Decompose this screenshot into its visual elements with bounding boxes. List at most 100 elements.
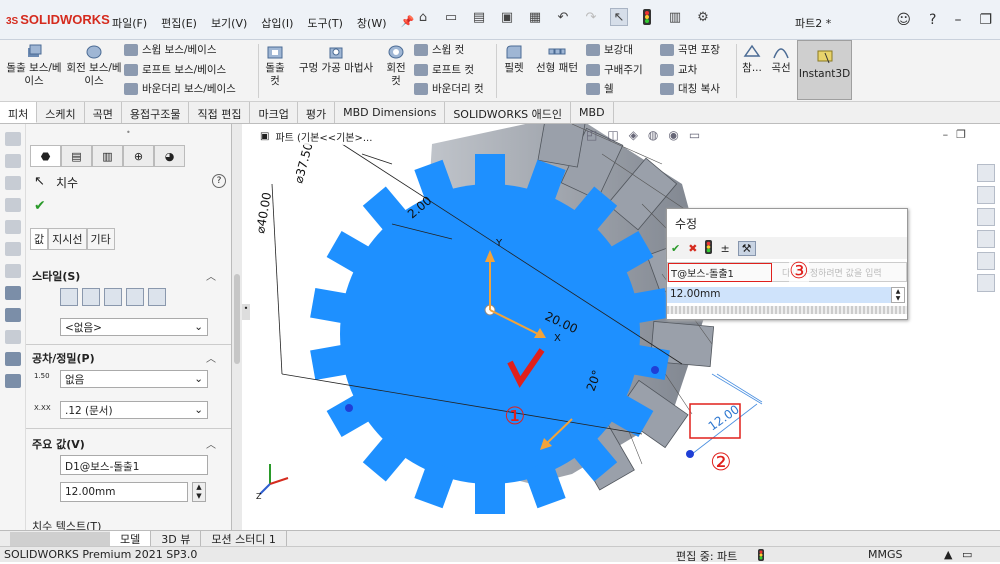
menu-edit[interactable]: 편집(E) — [161, 15, 197, 31]
subtab-other[interactable]: 기타 — [86, 228, 115, 250]
appearance-icon[interactable]: ◍ — [648, 128, 658, 142]
feature-icon[interactable] — [5, 154, 21, 168]
hole-wizard-button[interactable]: 구멍 가공 마법사 — [292, 44, 380, 75]
feature-icon[interactable] — [5, 220, 21, 234]
appearances-icon[interactable] — [977, 252, 995, 270]
tab-scroll-arrows[interactable] — [10, 531, 110, 546]
collapse-chevron-icon[interactable]: ︿ — [206, 350, 216, 365]
value-spinner[interactable]: ▲ ▼ — [192, 482, 206, 502]
tab-sketch[interactable]: 스케치 — [37, 102, 85, 123]
mark-dimension-icon[interactable]: ⚒ — [737, 240, 756, 256]
feature-icon[interactable] — [5, 132, 21, 146]
file-explorer-icon[interactable] — [977, 230, 995, 248]
revolve-cut-button[interactable]: 회전 컷 — [384, 44, 408, 88]
feature-icon[interactable] — [5, 352, 21, 366]
hide-show-icon[interactable]: ◈ — [629, 128, 638, 142]
shell-button[interactable]: 쉘 — [586, 81, 614, 96]
primary-value-section-header[interactable]: 주요 값(V) — [32, 436, 85, 452]
subtab-value[interactable]: 값 — [30, 228, 49, 250]
mirror-button[interactable]: 대칭 복사 — [660, 81, 720, 96]
model-view[interactable]: Y X ⌀40.00 ⌀37.50 2.00 20.00 20° 12.00 ①… — [242, 124, 972, 530]
style-apply-icon[interactable] — [60, 288, 78, 306]
select-cursor-icon[interactable]: ↖ — [610, 8, 628, 26]
feature-icon[interactable] — [5, 176, 21, 190]
style-save-icon[interactable] — [126, 288, 144, 306]
help-button[interactable]: ? — [212, 174, 226, 188]
spin-increment-icon[interactable]: ± — [720, 242, 729, 255]
viewport-restore-icon[interactable]: ❐ — [956, 128, 966, 141]
extrude-cut-button[interactable]: 돌출 컷 — [262, 44, 288, 88]
tab-mbd[interactable]: MBD — [571, 102, 614, 123]
feature-icon[interactable] — [5, 286, 21, 300]
sweep-cut-button[interactable]: 스윕 컷 — [414, 42, 464, 57]
dim-d37[interactable]: ⌀37.50 — [291, 141, 315, 185]
user-account-icon[interactable]: ☺ — [896, 12, 911, 28]
print-icon[interactable]: ▦ — [526, 8, 544, 26]
view-settings-icon[interactable]: ▭ — [689, 128, 700, 142]
tab-surfaces[interactable]: 곡면 — [85, 102, 122, 123]
menu-view[interactable]: 보기(V) — [211, 15, 247, 31]
tab-features[interactable]: 피처 — [0, 102, 38, 123]
dim-12-depth[interactable]: 12.00 — [706, 402, 742, 433]
tab-direct-editing[interactable]: 직접 편집 — [189, 102, 251, 123]
new-document-icon[interactable]: ▭ — [442, 8, 460, 26]
rebuild-traffic-light-icon[interactable] — [638, 8, 656, 26]
reference-geometry-button[interactable]: 참... — [740, 44, 764, 75]
panel-collapse-handle[interactable]: • — [242, 304, 250, 320]
configuration-tab-icon[interactable]: ▥ — [92, 145, 123, 167]
style-delete-icon[interactable] — [104, 288, 122, 306]
status-triangle-icon[interactable]: ▲ — [944, 548, 952, 561]
value-spinner[interactable]: ▲ ▼ — [891, 287, 905, 303]
style-add-icon[interactable] — [82, 288, 100, 306]
feature-icon[interactable] — [5, 308, 21, 322]
boundary-boss-button[interactable]: 바운더리 보스/베이스 — [124, 81, 236, 96]
loft-boss-button[interactable]: 로프트 보스/베이스 — [124, 62, 226, 77]
dim-endpoint-marker[interactable] — [651, 366, 659, 374]
extrude-boss-button[interactable]: 돌출 보스/베이스 — [6, 44, 62, 88]
tab-mbd-dimensions[interactable]: MBD Dimensions — [335, 102, 446, 123]
tab-model[interactable]: 모델 — [110, 530, 152, 547]
tab-weldments[interactable]: 용접구조물 — [122, 102, 190, 123]
redo-icon[interactable]: ↷ — [582, 8, 600, 26]
primary-name-field[interactable]: D1@보스-돌출1 — [60, 455, 208, 475]
sweep-boss-button[interactable]: 스윕 보스/베이스 — [124, 42, 217, 57]
linear-pattern-button[interactable]: 선형 패턴 — [530, 44, 584, 75]
subtab-leaders[interactable]: 지시선 — [48, 228, 87, 250]
view-breadcrumb[interactable]: ▣ 파트 (기본<<기본>... — [256, 128, 377, 145]
style-select[interactable]: <없음> ⌄ — [60, 318, 208, 336]
scrollbar-thumb[interactable] — [234, 274, 240, 364]
display-style-icon[interactable]: ◫ — [607, 128, 618, 142]
feature-tree-tab-icon[interactable]: ▤ — [61, 145, 92, 167]
dimxpert-tab-icon[interactable]: ⊕ — [123, 145, 154, 167]
rebuild-traffic-light-icon[interactable] — [705, 239, 713, 257]
dimension-value-input[interactable]: 12.00mm — [667, 287, 891, 303]
status-options-icon[interactable]: ▭ — [962, 548, 972, 561]
loft-cut-button[interactable]: 로프트 컷 — [414, 62, 474, 77]
save-icon[interactable]: ▣ — [498, 8, 516, 26]
feature-icon[interactable] — [5, 242, 21, 256]
tab-addins[interactable]: SOLIDWORKS 애드인 — [445, 102, 572, 123]
home-icon[interactable]: ⌂ — [414, 8, 432, 26]
options-gear-icon[interactable]: ⚙ — [694, 8, 712, 26]
tab-evaluate[interactable]: 평가 — [298, 102, 336, 123]
pm-scrollbar[interactable] — [232, 124, 242, 530]
tab-3d-view[interactable]: 3D 뷰 — [151, 530, 202, 547]
panel-grip[interactable]: • — [126, 128, 131, 137]
open-folder-icon[interactable]: ▤ — [470, 8, 488, 26]
resources-icon[interactable] — [977, 186, 995, 204]
boundary-cut-button[interactable]: 바운더리 컷 — [414, 81, 484, 96]
undo-icon[interactable]: ↶ — [554, 8, 572, 26]
collapse-chevron-icon[interactable]: ︿ — [206, 436, 216, 451]
minimize-icon[interactable]: – — [954, 12, 961, 28]
graphics-area[interactable]: Y X ⌀40.00 ⌀37.50 2.00 20.00 20° 12.00 ①… — [242, 124, 972, 530]
tab-markup[interactable]: 마크업 — [250, 102, 298, 123]
dim-endpoint-marker[interactable] — [686, 450, 694, 458]
feature-icon[interactable] — [5, 198, 21, 212]
menu-file[interactable]: 파일(F) — [112, 15, 147, 31]
feature-icon[interactable] — [5, 374, 21, 388]
pin-icon[interactable]: 📌 — [401, 15, 415, 31]
view-orientation-icon[interactable]: ◰ — [586, 128, 597, 142]
cancel-x-icon[interactable]: ✖ — [688, 242, 697, 255]
feature-icon[interactable] — [5, 330, 21, 344]
restore-icon[interactable]: ❐ — [979, 12, 992, 28]
